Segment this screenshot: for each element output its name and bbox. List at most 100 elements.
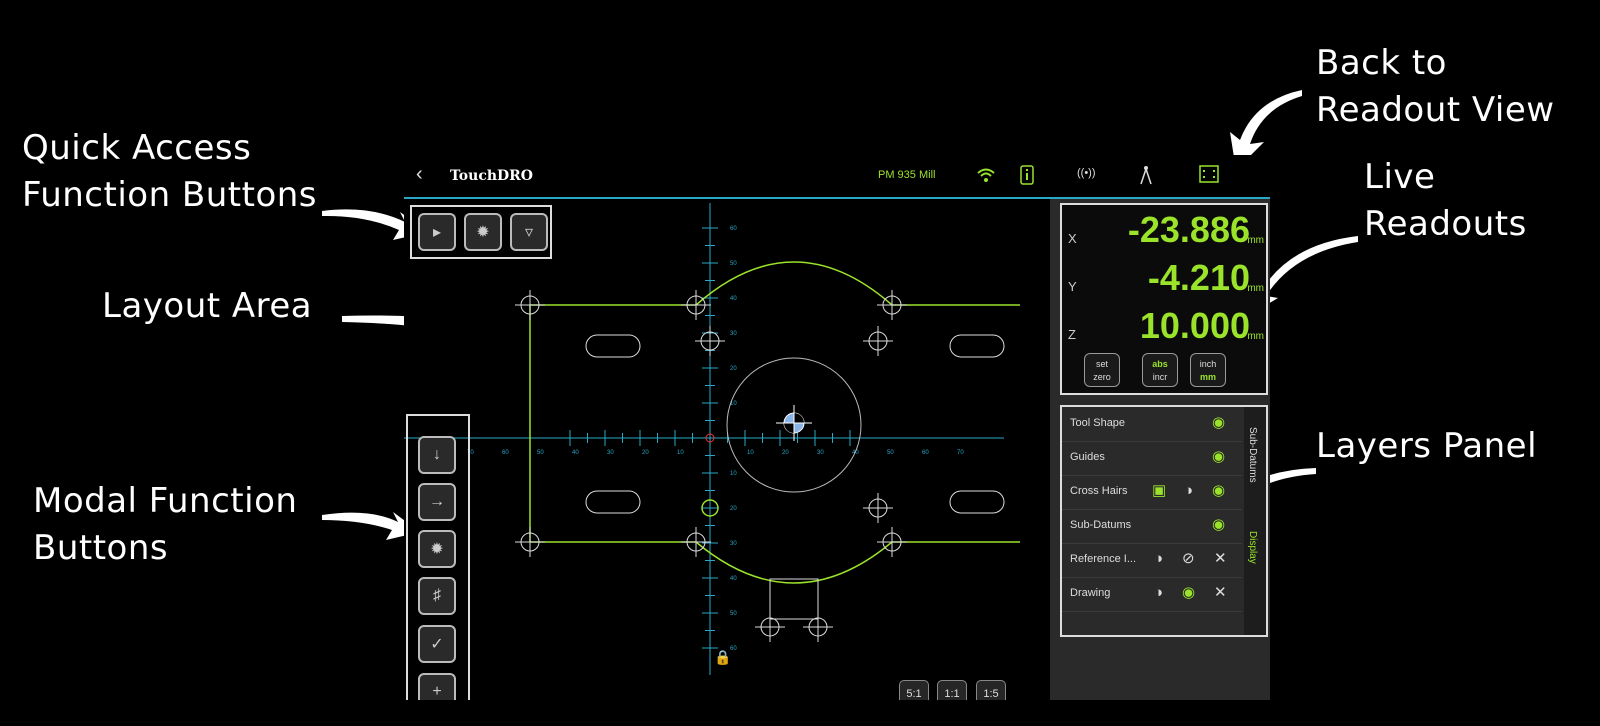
modal-button-4[interactable]: ♯	[418, 577, 456, 615]
annotation-live-readouts: Live Readouts	[1364, 157, 1527, 244]
modal-button-3[interactable]: ✹	[418, 530, 456, 568]
lock-icon[interactable]: 🔒	[714, 649, 731, 666]
inch-label: inch	[1199, 359, 1217, 369]
tab-display[interactable]: Display	[1247, 531, 1258, 564]
inch-mm-toggle[interactable]: inch mm	[1190, 353, 1226, 387]
info-icon[interactable]	[1020, 165, 1034, 185]
modal-button-6[interactable]: +	[418, 673, 456, 700]
quick-button-tool-table[interactable]: ✹	[464, 213, 502, 251]
annotation-layout-area: Layout Area	[102, 286, 313, 326]
abs-label: abs	[1152, 359, 1168, 369]
layer-name: Reference I...	[1070, 553, 1137, 565]
back-icon[interactable]: ‹	[416, 163, 423, 186]
ruler-label: 50	[730, 611, 737, 617]
layer-tabs: Sub-Datums Display	[1244, 407, 1266, 635]
eye-icon[interactable]: ◉	[1212, 482, 1225, 500]
modal-button-5[interactable]: ✓	[418, 625, 456, 663]
annotation-modal-buttons: Modal Function Buttons	[33, 481, 298, 568]
y-axis-label: Y	[1068, 279, 1077, 294]
x-axis-unit: mm	[1247, 235, 1264, 246]
ruler-label: 10	[747, 450, 754, 456]
zoom-1-1-button[interactable]: 1:1	[937, 680, 967, 700]
machine-name[interactable]: PM 935 Mill	[878, 169, 935, 181]
right-panel: X -23.886 mm Y -4.210 mm Z 10.000 mm set…	[1050, 199, 1270, 700]
opacity-icon[interactable]: ◑	[1154, 584, 1163, 602]
layer-name: Tool Shape	[1070, 417, 1126, 429]
eye-icon[interactable]: ◉	[1182, 584, 1195, 602]
abs-incr-toggle[interactable]: abs incr	[1142, 353, 1178, 387]
x-axis-value[interactable]: -23.886	[1128, 209, 1250, 251]
annotation-quick-access: Quick Access Function Buttons	[22, 128, 318, 215]
modal-function-buttons: ↓ → ✹ ♯ ✓ +	[406, 414, 470, 700]
ruler-label: 50	[730, 261, 737, 267]
zoom-5-1-button[interactable]: 5:1	[899, 680, 929, 700]
ruler-label: 40	[730, 296, 737, 302]
modal-button-2[interactable]: →	[418, 483, 456, 521]
wifi-icon[interactable]	[976, 167, 996, 183]
probe-down-icon: ↓	[433, 446, 441, 463]
ruler-label: 40	[572, 450, 579, 456]
layer-row[interactable]: Reference I... ◑ ⊘ ✕	[1062, 543, 1242, 578]
set-zero-button[interactable]: set zero	[1084, 353, 1120, 387]
mm-label: mm	[1199, 372, 1216, 382]
compass-icon[interactable]	[1139, 165, 1153, 185]
top-bar: ‹ TouchDRO PM 935 Mill ((•))	[404, 155, 1270, 199]
z-axis-label: Z	[1068, 327, 1076, 342]
y-axis-unit: mm	[1247, 283, 1264, 294]
layer-name: Drawing	[1070, 587, 1111, 599]
layer-row[interactable]: Cross Hairs ▣ ◑ ◉	[1062, 475, 1242, 510]
quick-button-probe-edge[interactable]: ▸	[418, 213, 456, 251]
tool-offset-icon: ▿	[524, 224, 534, 241]
layer-name: Sub-Datums	[1070, 519, 1132, 531]
ruler-label: 70	[957, 450, 964, 456]
incr-label: incr	[1152, 372, 1168, 382]
z-axis-value[interactable]: 10.000	[1140, 305, 1250, 347]
layer-row[interactable]: Drawing ◑ ◉ ✕	[1062, 577, 1242, 612]
layer-row[interactable]: Guides ◉	[1062, 441, 1242, 476]
set-zero-line2: zero	[1093, 372, 1111, 382]
check-icon: ✓	[430, 636, 444, 653]
probe-right-icon: →	[429, 493, 445, 510]
ruler-label: 60	[730, 226, 737, 232]
zoom-1-5-button[interactable]: 1:5	[976, 680, 1006, 700]
tab-sub-datums[interactable]: Sub-Datums	[1247, 427, 1258, 483]
ruler-label: 30	[730, 331, 737, 337]
lock-icon[interactable]: ▣	[1152, 482, 1166, 500]
modal-button-1[interactable]: ↓	[418, 436, 456, 474]
close-icon[interactable]: ✕	[1214, 584, 1227, 602]
eye-icon[interactable]: ◉	[1212, 516, 1225, 534]
eye-off-icon[interactable]: ⊘	[1182, 550, 1195, 568]
broadcast-icon[interactable]: ((•))	[1077, 167, 1096, 179]
opacity-icon[interactable]: ◑	[1184, 482, 1193, 500]
ruler-label: 60	[922, 450, 929, 456]
layer-row[interactable]: Tool Shape ◉	[1062, 407, 1242, 442]
readout-view-icon[interactable]	[1199, 165, 1219, 183]
y-axis-value[interactable]: -4.210	[1148, 257, 1250, 299]
speaker-icon: ♯	[433, 587, 441, 604]
eye-icon[interactable]: ◉	[1212, 414, 1225, 432]
tool-icon: ✹	[430, 541, 444, 558]
ruler-label: 10	[677, 450, 684, 456]
z-axis-unit: mm	[1247, 331, 1264, 342]
annotation-back-to-readout: Back to Readout View	[1316, 43, 1555, 130]
add-icon: +	[432, 683, 442, 700]
ruler-label: 50	[887, 450, 894, 456]
layout-drawing: 70 60 50 40 30 20 10 10 20 30 40 50 60 70 60504030201…	[404, 203, 1020, 675]
app-window: ‹ TouchDRO PM 935 Mill ((•)) 70 60 50 40…	[404, 155, 1270, 700]
opacity-icon[interactable]: ◑	[1154, 550, 1163, 568]
eye-icon[interactable]: ◉	[1212, 448, 1225, 466]
quick-access-buttons: ▸ ✹ ▿	[410, 205, 552, 259]
probe-edge-icon: ▸	[432, 224, 442, 241]
layer-row[interactable]: Sub-Datums ◉	[1062, 509, 1242, 544]
ruler-label: 40	[730, 576, 737, 582]
ruler-label: 20	[730, 506, 737, 512]
layer-name: Cross Hairs	[1070, 485, 1128, 497]
set-zero-line1: set	[1095, 359, 1108, 369]
ruler-label: 60	[502, 450, 509, 456]
tool-table-icon: ✹	[476, 224, 490, 241]
x-axis-label: X	[1068, 231, 1077, 246]
close-icon[interactable]: ✕	[1214, 550, 1227, 568]
layout-area[interactable]: 70 60 50 40 30 20 10 10 20 30 40 50 60 70 60 50 40 30 20 1…	[404, 199, 1048, 700]
live-readouts: X -23.886 mm Y -4.210 mm Z 10.000 mm set…	[1060, 203, 1268, 395]
quick-button-tool-offset[interactable]: ▿	[510, 213, 548, 251]
